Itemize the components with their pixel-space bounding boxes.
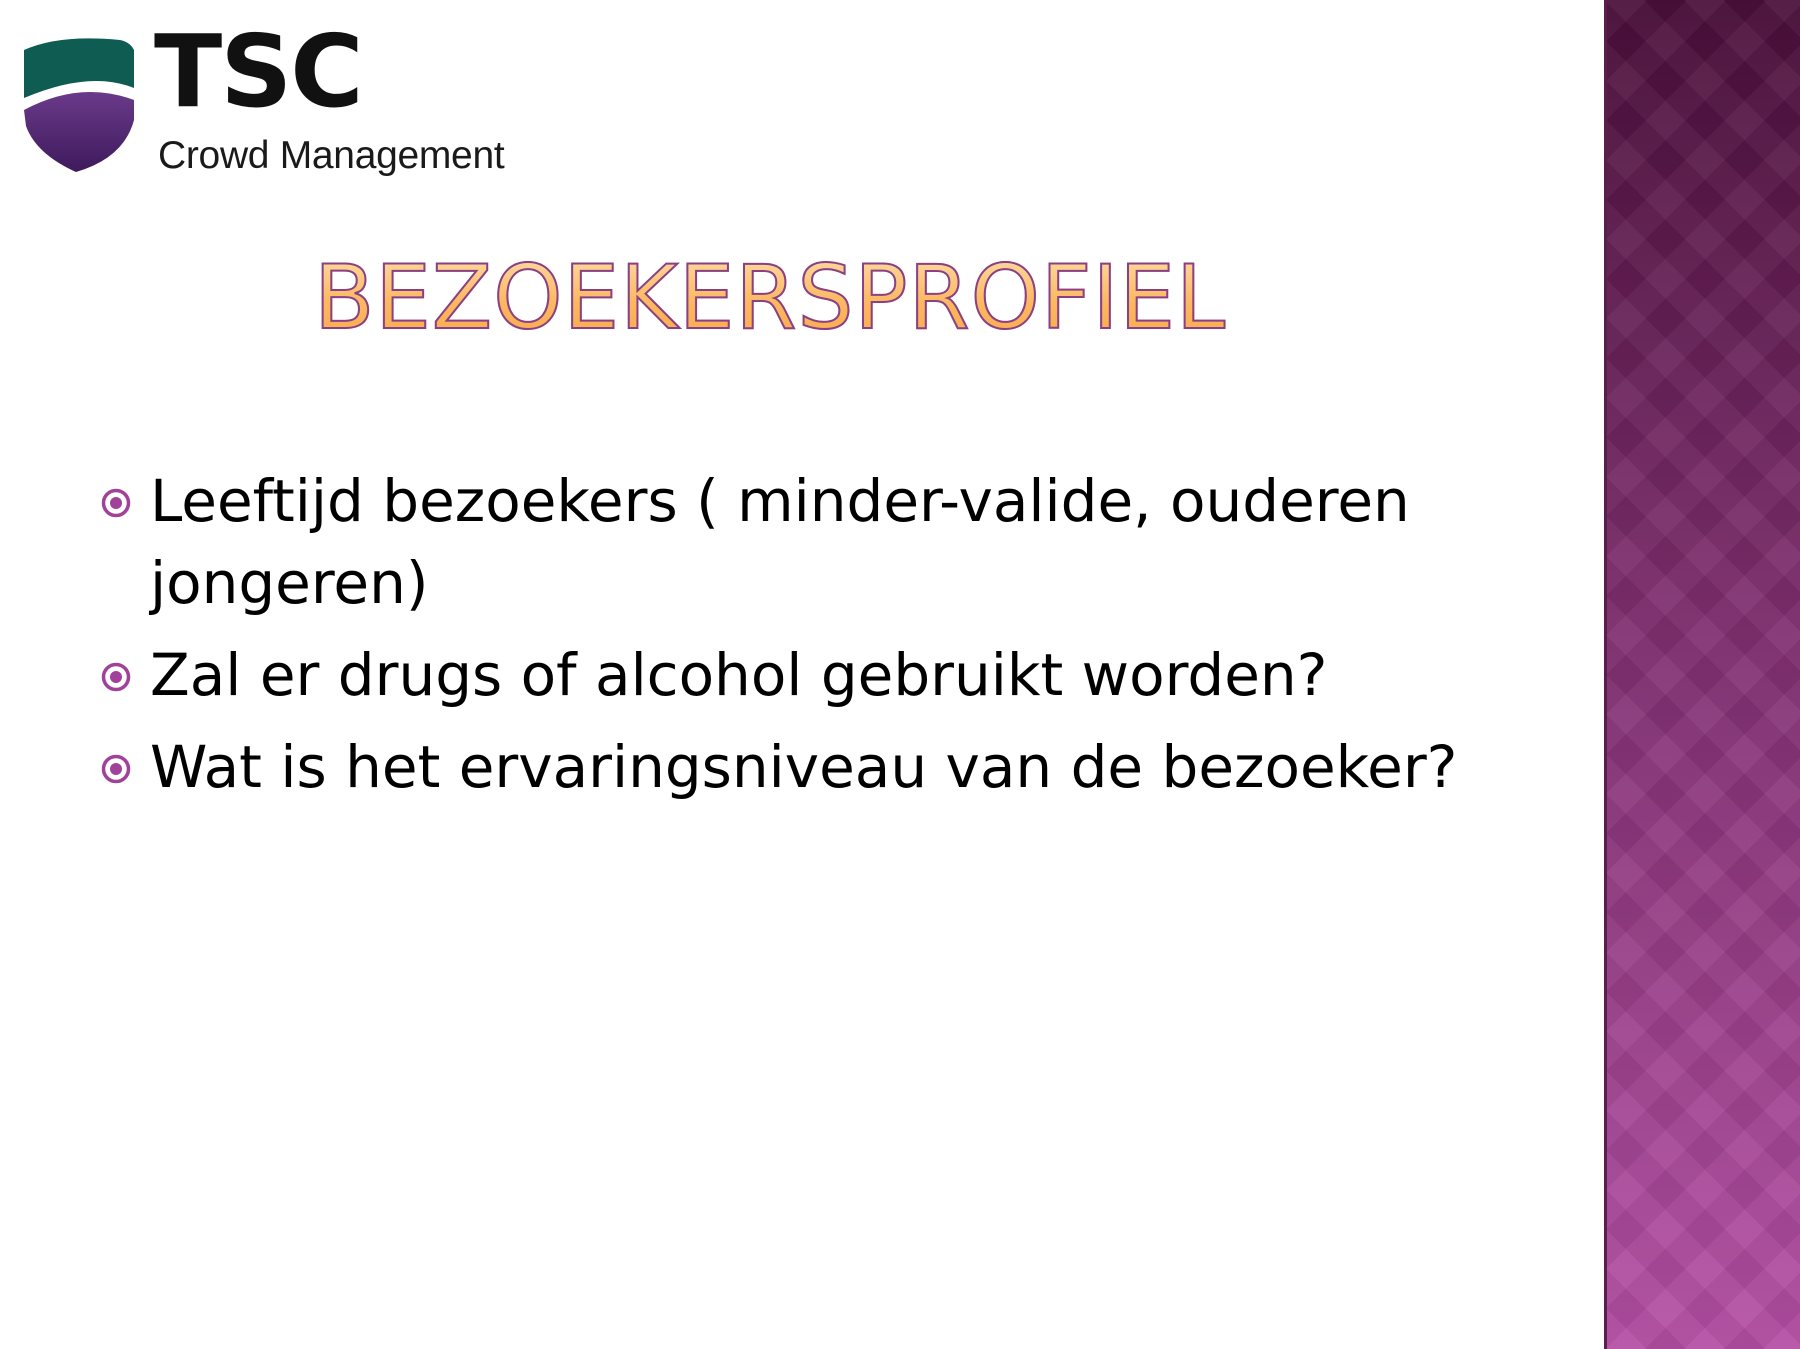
decorative-side-band (1604, 0, 1800, 1349)
shield-logo-icon (24, 38, 134, 172)
slide-title-text: BEZOEKERSPROFIEL (313, 246, 1227, 349)
bullet-item: Zal er drugs of alcohol gebruikt worden? (98, 634, 1528, 716)
slide-title: BEZOEKERSPROFIEL (0, 248, 1540, 347)
circled-dot-bullet-icon (101, 662, 131, 692)
slide: TSC Crowd Management BEZOEKERSPROFIEL Le… (0, 0, 1800, 1349)
bullet-text: Leeftijd bezoekers ( minder-valide, oude… (150, 467, 1410, 617)
bullet-list: Leeftijd bezoekers ( minder-valide, oude… (98, 460, 1528, 818)
bullet-text: Zal er drugs of alcohol gebruikt worden? (150, 641, 1328, 709)
bullet-item: Wat is het ervaringsniveau van de bezoek… (98, 726, 1528, 808)
circled-dot-bullet-icon (101, 488, 131, 518)
company-logo: TSC Crowd Management (20, 22, 560, 177)
bullet-item: Leeftijd bezoekers ( minder-valide, oude… (98, 460, 1528, 624)
logo-wordmark: TSC (154, 13, 364, 130)
logo-subtitle: Crowd Management (158, 134, 505, 177)
circled-dot-bullet-icon (101, 754, 131, 784)
bullet-text: Wat is het ervaringsniveau van de bezoek… (150, 733, 1458, 801)
